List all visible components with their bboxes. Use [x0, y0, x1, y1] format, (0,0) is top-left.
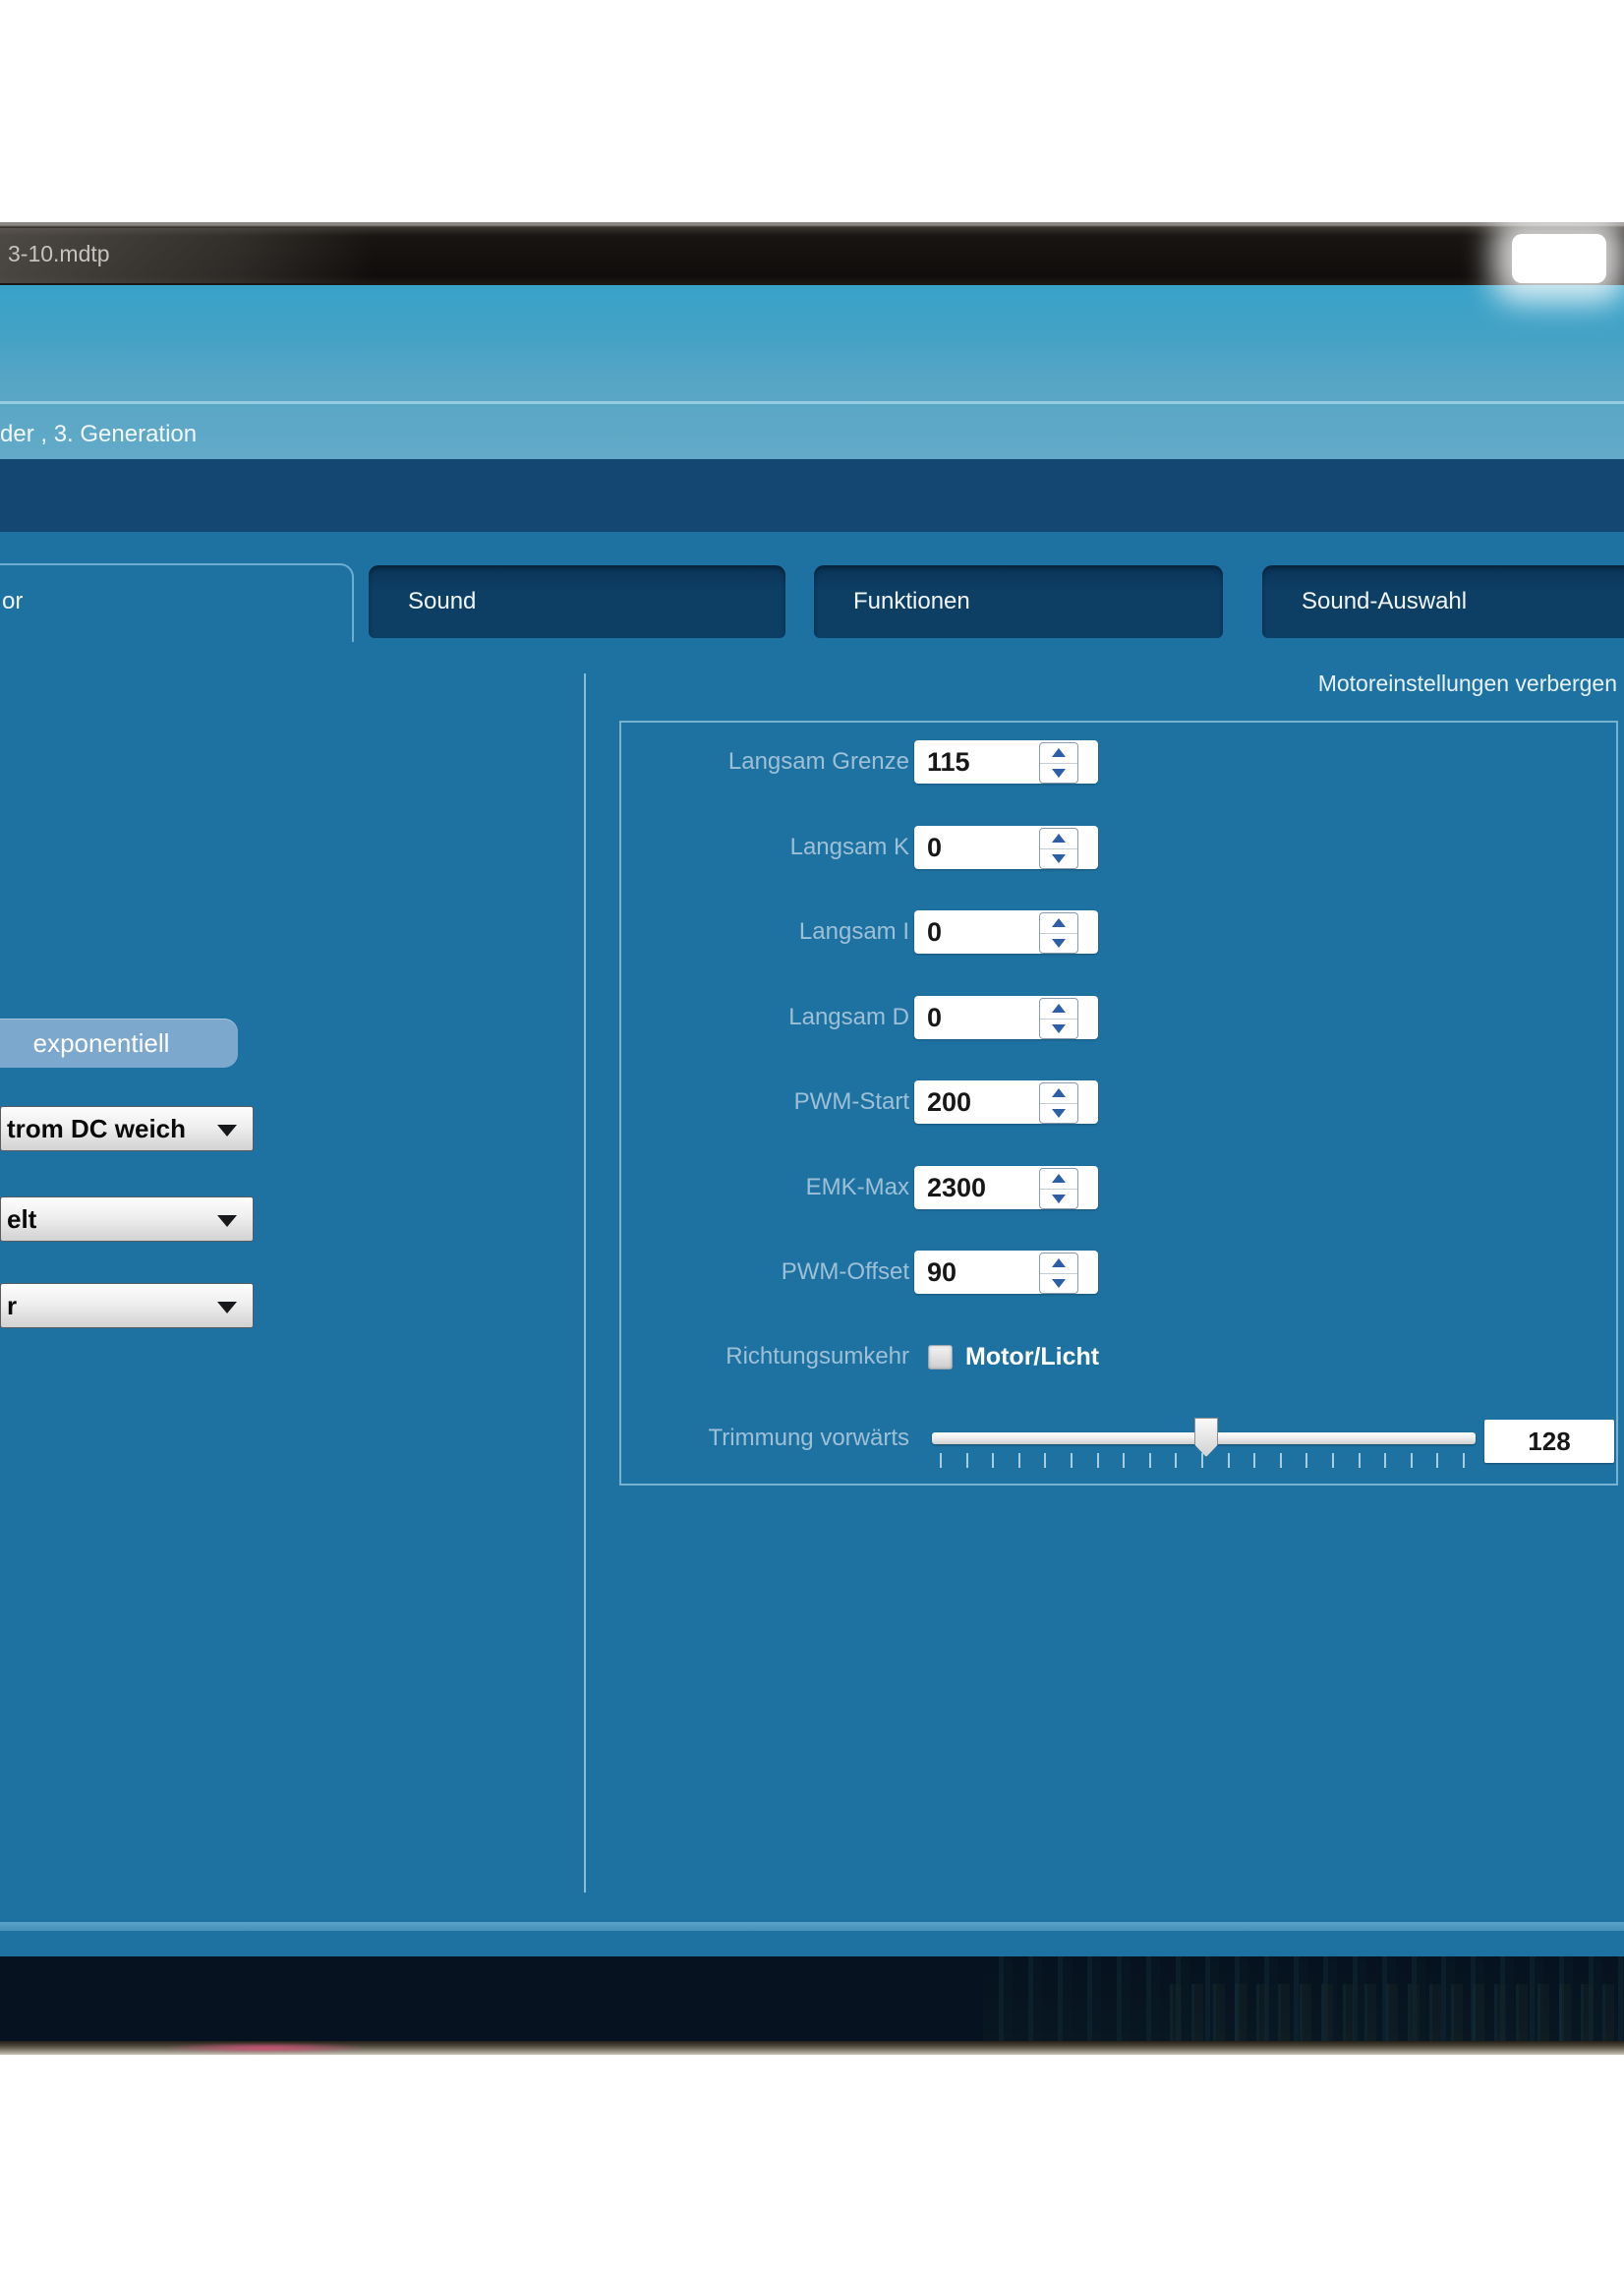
spin-up-button[interactable]	[1040, 743, 1077, 764]
langsam-grenze-input[interactable]: 115	[914, 740, 1098, 784]
spin-up-button[interactable]	[1040, 1254, 1077, 1274]
hide-motor-settings-link[interactable]: Motoreinstellungen verbergen	[1318, 671, 1617, 697]
tab-motor[interactable]: or	[0, 563, 354, 642]
tab-motor-label: or	[0, 565, 352, 638]
tab-sound-label: Sound	[369, 565, 785, 638]
dropdown-value: elt	[7, 1197, 36, 1241]
desktop-wallpaper-strip	[0, 1956, 1624, 2041]
section-divider	[584, 673, 586, 1893]
field-label: Langsam D	[619, 996, 909, 1039]
tab-bar: or Sound Funktionen Sound-Auswahl	[0, 532, 1624, 640]
field-value: 2300	[927, 1166, 986, 1209]
spinner-control	[1039, 1253, 1078, 1294]
photo-page: 3-10.mdtp der , 3. Generation or Sound F…	[0, 0, 1624, 2274]
bezel-reflection	[167, 2043, 364, 2053]
tab-sound-auswahl[interactable]: Sound-Auswahl	[1262, 565, 1624, 638]
spinner-control	[1039, 742, 1078, 784]
spinner-control	[1039, 912, 1078, 954]
arrow-up-icon	[1052, 1004, 1066, 1013]
dropdown-value: trom DC weich	[7, 1107, 186, 1150]
titlebar-highlight-icon	[1512, 234, 1606, 283]
arrow-up-icon	[1052, 834, 1066, 843]
motortyp-dropdown[interactable]: r	[0, 1283, 254, 1328]
chevron-down-icon	[217, 1215, 237, 1227]
status-bar-line	[0, 1922, 1624, 1931]
field-label: Richtungsumkehr	[619, 1335, 909, 1378]
spin-up-button[interactable]	[1040, 999, 1077, 1020]
checkbox-label: Motor/Licht	[965, 1335, 1099, 1378]
toolbar-band	[0, 459, 1624, 532]
field-value: 0	[927, 996, 942, 1039]
spinner-control	[1039, 828, 1078, 869]
arrow-up-icon	[1052, 1088, 1066, 1097]
arrow-down-icon	[1052, 1279, 1066, 1288]
window-title: 3-10.mdtp	[8, 222, 110, 285]
spinner-control	[1039, 1082, 1078, 1124]
arrow-down-icon	[1052, 769, 1066, 778]
richtungsumkehr-checkbox[interactable]	[928, 1345, 953, 1370]
trimmung-value-input[interactable]: 128	[1484, 1420, 1614, 1463]
tab-sound[interactable]: Sound	[369, 565, 785, 638]
arrow-down-icon	[1052, 939, 1066, 948]
spinner-control	[1039, 998, 1078, 1039]
exponentiell-button[interactable]: exponentiell	[0, 1019, 238, 1068]
spin-down-button[interactable]	[1040, 849, 1077, 869]
bremsstrom-dropdown[interactable]: trom DC weich	[0, 1106, 254, 1151]
pwm-start-input[interactable]: 200	[914, 1080, 1098, 1124]
tab-sound-auswahl-label: Sound-Auswahl	[1262, 565, 1624, 638]
spin-up-button[interactable]	[1040, 829, 1077, 849]
langsam-i-input[interactable]: 0	[914, 910, 1098, 954]
app-header: der , 3. Generation	[0, 285, 1624, 459]
field-value: 90	[927, 1251, 957, 1294]
spinner-control	[1039, 1168, 1078, 1209]
arrow-down-icon	[1052, 1024, 1066, 1033]
field-label: EMK-Max	[619, 1166, 909, 1209]
spin-up-button[interactable]	[1040, 913, 1077, 934]
dropdown-value: r	[7, 1284, 17, 1327]
screen-bezel-edge	[0, 2041, 1624, 2055]
spin-up-button[interactable]	[1040, 1169, 1077, 1190]
pwm-offset-input[interactable]: 90	[914, 1251, 1098, 1294]
arrow-up-icon	[1052, 918, 1066, 927]
header-divider-line	[0, 401, 1624, 404]
field-label: PWM-Start	[619, 1080, 909, 1124]
langsam-d-input[interactable]: 0	[914, 996, 1098, 1039]
spin-down-button[interactable]	[1040, 764, 1077, 784]
field-label: Langsam I	[619, 910, 909, 954]
tab-funktionen[interactable]: Funktionen	[814, 565, 1223, 638]
field-value: 200	[927, 1080, 971, 1124]
window-titlebar: 3-10.mdtp	[0, 222, 1624, 285]
field-value: 0	[927, 826, 942, 869]
app-header-title: der , 3. Generation	[0, 421, 413, 448]
field-label: Trimmung vorwärts	[619, 1417, 909, 1460]
slider-tick-marks	[940, 1453, 1465, 1468]
tab-funktionen-label: Funktionen	[814, 565, 1223, 638]
arrow-down-icon	[1052, 1195, 1066, 1203]
application-window: 3-10.mdtp der , 3. Generation or Sound F…	[0, 222, 1624, 2055]
field-label: PWM-Offset	[619, 1251, 909, 1294]
field-label: Langsam K	[619, 826, 909, 869]
chevron-down-icon	[217, 1125, 237, 1137]
arrow-down-icon	[1052, 1109, 1066, 1118]
langsam-k-input[interactable]: 0	[914, 826, 1098, 869]
forest-silhouette	[1160, 1984, 1624, 2041]
spin-down-button[interactable]	[1040, 1104, 1077, 1124]
spin-down-button[interactable]	[1040, 1274, 1077, 1294]
field-value: 115	[927, 740, 970, 784]
field-label: Langsam Grenze	[619, 740, 909, 784]
arrow-down-icon	[1052, 854, 1066, 863]
regelung-dropdown[interactable]: elt	[0, 1196, 254, 1242]
arrow-up-icon	[1052, 1174, 1066, 1183]
spin-down-button[interactable]	[1040, 934, 1077, 954]
arrow-up-icon	[1052, 748, 1066, 757]
arrow-up-icon	[1052, 1258, 1066, 1267]
emk-max-input[interactable]: 2300	[914, 1166, 1098, 1209]
field-value: 0	[927, 910, 942, 954]
spin-down-button[interactable]	[1040, 1020, 1077, 1039]
chevron-down-icon	[217, 1302, 237, 1313]
spin-up-button[interactable]	[1040, 1083, 1077, 1104]
spin-down-button[interactable]	[1040, 1190, 1077, 1209]
